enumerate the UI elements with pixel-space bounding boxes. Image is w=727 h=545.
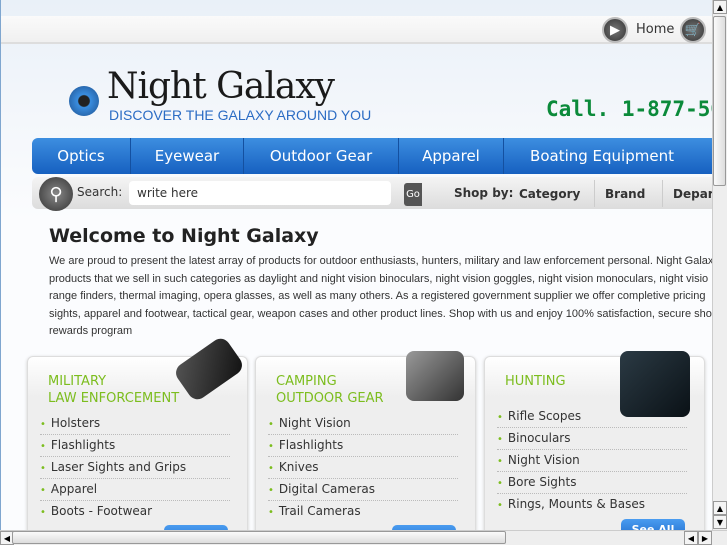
- card-list: Rifle Scopes Binoculars Night Vision Bor…: [497, 406, 687, 516]
- intro-line: We are proud to present the latest array…: [49, 255, 712, 267]
- home-link[interactable]: Home: [636, 22, 674, 37]
- logo-text[interactable]: Night Galaxy: [107, 66, 335, 107]
- card-title-line: HUNTING: [505, 374, 566, 389]
- shop-by-label: Shop by:: [454, 186, 514, 200]
- card-title[interactable]: CAMPING OUTDOOR GEAR: [276, 373, 384, 407]
- category-card-hunting: HUNTING Rifle Scopes Binoculars Night Vi…: [484, 351, 705, 530]
- scroll-up-arrow-icon[interactable]: ▲: [713, 0, 727, 14]
- list-item[interactable]: Binoculars: [497, 428, 687, 450]
- card-title-line: LAW ENFORCEMENT: [48, 391, 180, 406]
- category-card-camping: CAMPING OUTDOOR GEAR Night Vision Flashli…: [255, 351, 476, 530]
- search-icon: ⚲: [39, 177, 73, 211]
- go-button[interactable]: Go: [404, 183, 422, 206]
- scroll-left-arrow-icon[interactable]: ◀: [684, 531, 698, 545]
- card-title[interactable]: MILITARY LAW ENFORCEMENT: [48, 373, 179, 407]
- welcome-title: Welcome to Night Galaxy: [49, 225, 319, 247]
- list-item[interactable]: Trail Cameras: [268, 501, 458, 523]
- list-item[interactable]: Flashlights: [268, 435, 458, 457]
- phone-number: Call. 1-877-5GA: [546, 97, 712, 121]
- list-item[interactable]: Rifle Scopes: [497, 406, 687, 428]
- page-viewport: ▶ Home 🛒 Night Galaxy DISCOVER THE GALAX…: [0, 0, 712, 530]
- intro-line: range finders, thermal imaging, opera gl…: [49, 290, 706, 302]
- intro-line: products that we sell in such categories…: [49, 272, 709, 285]
- nav-boating-equipment[interactable]: Boating Equipment: [504, 138, 700, 174]
- intro-line: sights, apparel and footwear, tactical g…: [49, 307, 712, 320]
- card-list: Holsters Flashlights Laser Sights and Gr…: [40, 413, 230, 523]
- intro-line: rewards program: [49, 325, 133, 337]
- card-title-line: MILITARY: [48, 374, 107, 389]
- list-item[interactable]: Knives: [268, 457, 458, 479]
- search-input[interactable]: [129, 181, 391, 205]
- main-nav: Optics Eyewear Outdoor Gear Apparel Boat…: [32, 138, 712, 174]
- card-title-line: OUTDOOR GEAR: [276, 391, 384, 406]
- tagline: DISCOVER THE GALAXY AROUND YOU: [109, 107, 372, 123]
- list-item[interactable]: Boots - Footwear: [40, 501, 230, 523]
- list-item[interactable]: Holsters: [40, 413, 230, 435]
- list-item[interactable]: Rings, Mounts & Bases: [497, 494, 687, 516]
- shop-by-department[interactable]: Depar: [662, 180, 712, 207]
- welcome-text: We are proud to present the latest array…: [49, 253, 712, 341]
- horizontal-scroll-thumb[interactable]: [12, 531, 506, 544]
- nav-optics[interactable]: Optics: [32, 138, 131, 174]
- search-label: Search:: [77, 185, 123, 199]
- scroll-right-arrow-icon[interactable]: ▶: [698, 531, 712, 545]
- home-arrow-icon[interactable]: ▶: [602, 17, 628, 43]
- card-title-line: CAMPING: [276, 374, 337, 389]
- list-item[interactable]: Laser Sights and Grips: [40, 457, 230, 479]
- category-card-military: MILITARY LAW ENFORCEMENT Holsters Flashli…: [27, 334, 248, 530]
- list-item[interactable]: Bore Sights: [497, 472, 687, 494]
- nav-outdoor-gear[interactable]: Outdoor Gear: [244, 138, 399, 174]
- list-item[interactable]: Apparel: [40, 479, 230, 501]
- list-item[interactable]: Night Vision: [268, 413, 458, 435]
- monocular-image: [406, 351, 464, 401]
- logo-eye-icon: [69, 86, 99, 116]
- card-title[interactable]: HUNTING: [505, 373, 566, 390]
- shop-by-category[interactable]: Category: [509, 180, 590, 207]
- nav-eyewear[interactable]: Eyewear: [131, 138, 244, 174]
- scroll-up-arrow-icon[interactable]: ▲: [713, 501, 727, 515]
- list-item[interactable]: Flashlights: [40, 435, 230, 457]
- list-item[interactable]: Night Vision: [497, 450, 687, 472]
- card-list: Night Vision Flashlights Knives Digital …: [268, 413, 458, 523]
- shop-by-brand[interactable]: Brand: [594, 180, 655, 207]
- vertical-scroll-thumb[interactable]: [713, 16, 726, 186]
- cart-icon[interactable]: 🛒: [680, 17, 706, 43]
- scroll-down-arrow-icon[interactable]: ▼: [713, 515, 727, 529]
- see-all-button[interactable]: See All: [621, 519, 685, 530]
- flashlight-image: [172, 334, 246, 404]
- list-item[interactable]: Digital Cameras: [268, 479, 458, 501]
- nav-apparel[interactable]: Apparel: [399, 138, 504, 174]
